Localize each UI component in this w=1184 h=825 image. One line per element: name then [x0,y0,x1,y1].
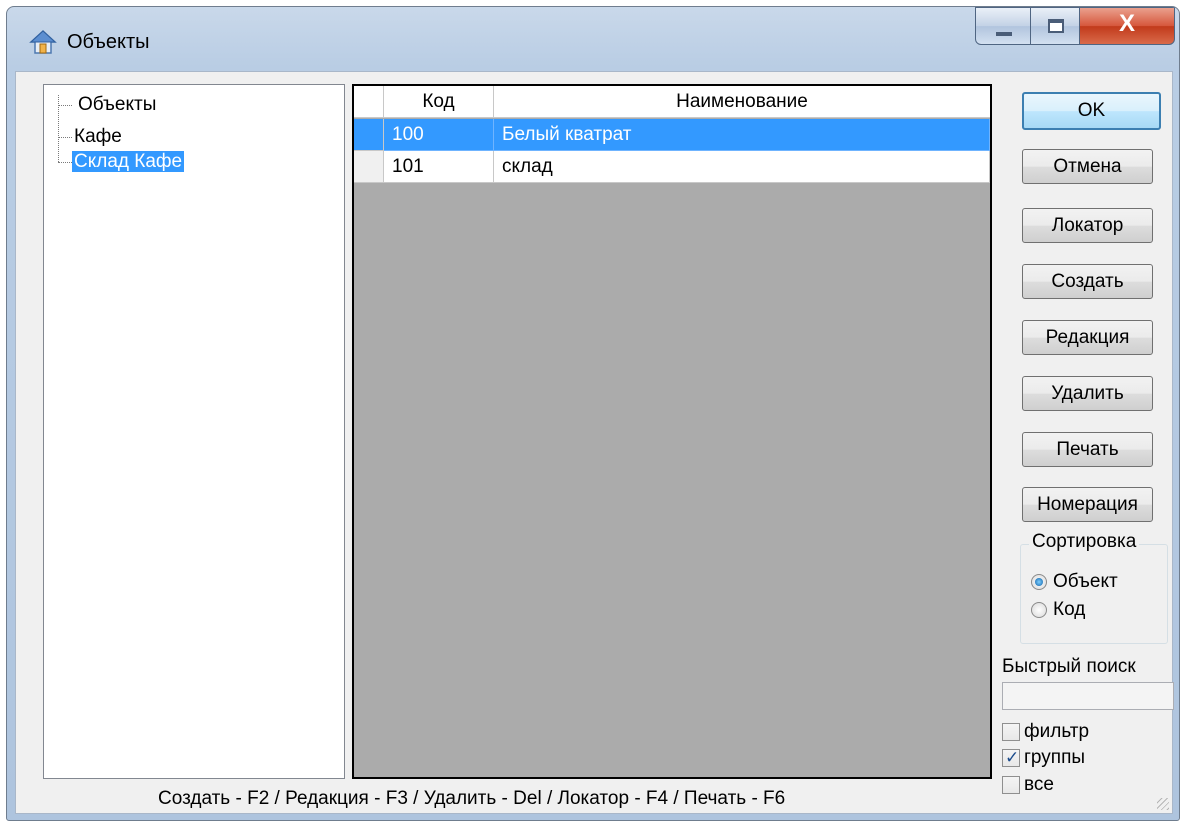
close-icon: X [1118,10,1135,37]
house-icon [29,29,57,54]
locator-button[interactable]: Локатор [1022,208,1153,243]
radio-button-icon[interactable] [1031,574,1047,590]
row-selector[interactable] [354,151,384,183]
dialog-client-area: Объекты Кафе Склад Кафе Код Наименование [15,71,1174,814]
minimize-button[interactable] [975,7,1031,45]
close-button[interactable]: X [1079,7,1175,45]
ok-button[interactable]: OK [1022,92,1161,130]
resize-grip-icon[interactable] [1157,798,1169,810]
column-header-name[interactable]: Наименование [494,86,990,118]
quick-search-label: Быстрый поиск [1002,656,1136,677]
column-header-label: Код [422,91,455,112]
delete-button[interactable]: Удалить [1022,376,1153,411]
cancel-button[interactable]: Отмена [1022,149,1153,184]
minimize-icon [996,32,1012,36]
tree-item-label: Кафе [74,126,122,147]
tree-item-cafe-warehouse[interactable]: Склад Кафе [72,150,185,174]
shortcut-hint-text: Создать - F2 / Редакция - F3 / Удалить -… [158,788,786,809]
filter-checkbox[interactable] [1002,723,1020,741]
edit-button[interactable]: Редакция [1022,320,1153,355]
cell-code[interactable]: 100 [384,119,494,151]
title-bar[interactable]: Объекты X [7,7,1179,71]
all-checkbox[interactable] [1002,776,1020,794]
print-button[interactable]: Печать [1022,432,1153,467]
row-selector[interactable] [354,119,384,151]
objects-grid[interactable]: Код Наименование 100 Белый кватрат 101 с… [352,84,992,779]
object-tree[interactable]: Объекты Кафе Склад Кафе [43,84,345,779]
tree-item-cafe[interactable]: Кафе [74,125,122,149]
groups-checkbox[interactable] [1002,745,1020,771]
radio-label: Объект [1053,571,1118,592]
grid-header-row-selector[interactable] [354,86,384,118]
checkbox-label: все [1024,774,1054,795]
cell-code[interactable]: 101 [384,151,494,183]
numbering-button[interactable]: Номерация [1022,487,1153,522]
tree-item-label: Склад Кафе [72,151,185,172]
table-row[interactable]: 100 Белый кватрат [354,119,990,151]
tree-connector-line [58,105,72,106]
checkbox-label: группы [1024,747,1086,768]
maximize-icon [1048,19,1064,33]
radio-button-icon[interactable] [1031,602,1047,618]
cell-name[interactable]: склад [494,151,990,183]
radio-label: Код [1053,599,1086,620]
tree-connector-line [58,137,72,138]
tree-item-label: Объекты [78,94,157,115]
column-header-code[interactable]: Код [384,86,494,118]
sort-groupbox: Сортировка Объект Код [1020,531,1168,644]
quick-search-input[interactable] [1002,682,1174,710]
column-header-label: Наименование [676,91,808,112]
create-button[interactable]: Создать [1022,264,1153,299]
grid-header: Код Наименование [354,86,990,118]
window-title: Объекты [67,31,150,53]
tree-item-objects[interactable]: Объекты [78,93,156,117]
objects-dialog-window: Объекты X Объекты Кафе Склад Кафе Код На… [6,6,1180,821]
sort-legend: Сортировка [1029,531,1140,553]
cell-name[interactable]: Белый кватрат [494,119,990,151]
tree-connector-line [58,162,72,163]
maximize-button[interactable] [1030,7,1080,45]
checkbox-label: фильтр [1024,721,1090,742]
table-row[interactable]: 101 склад [354,151,990,183]
